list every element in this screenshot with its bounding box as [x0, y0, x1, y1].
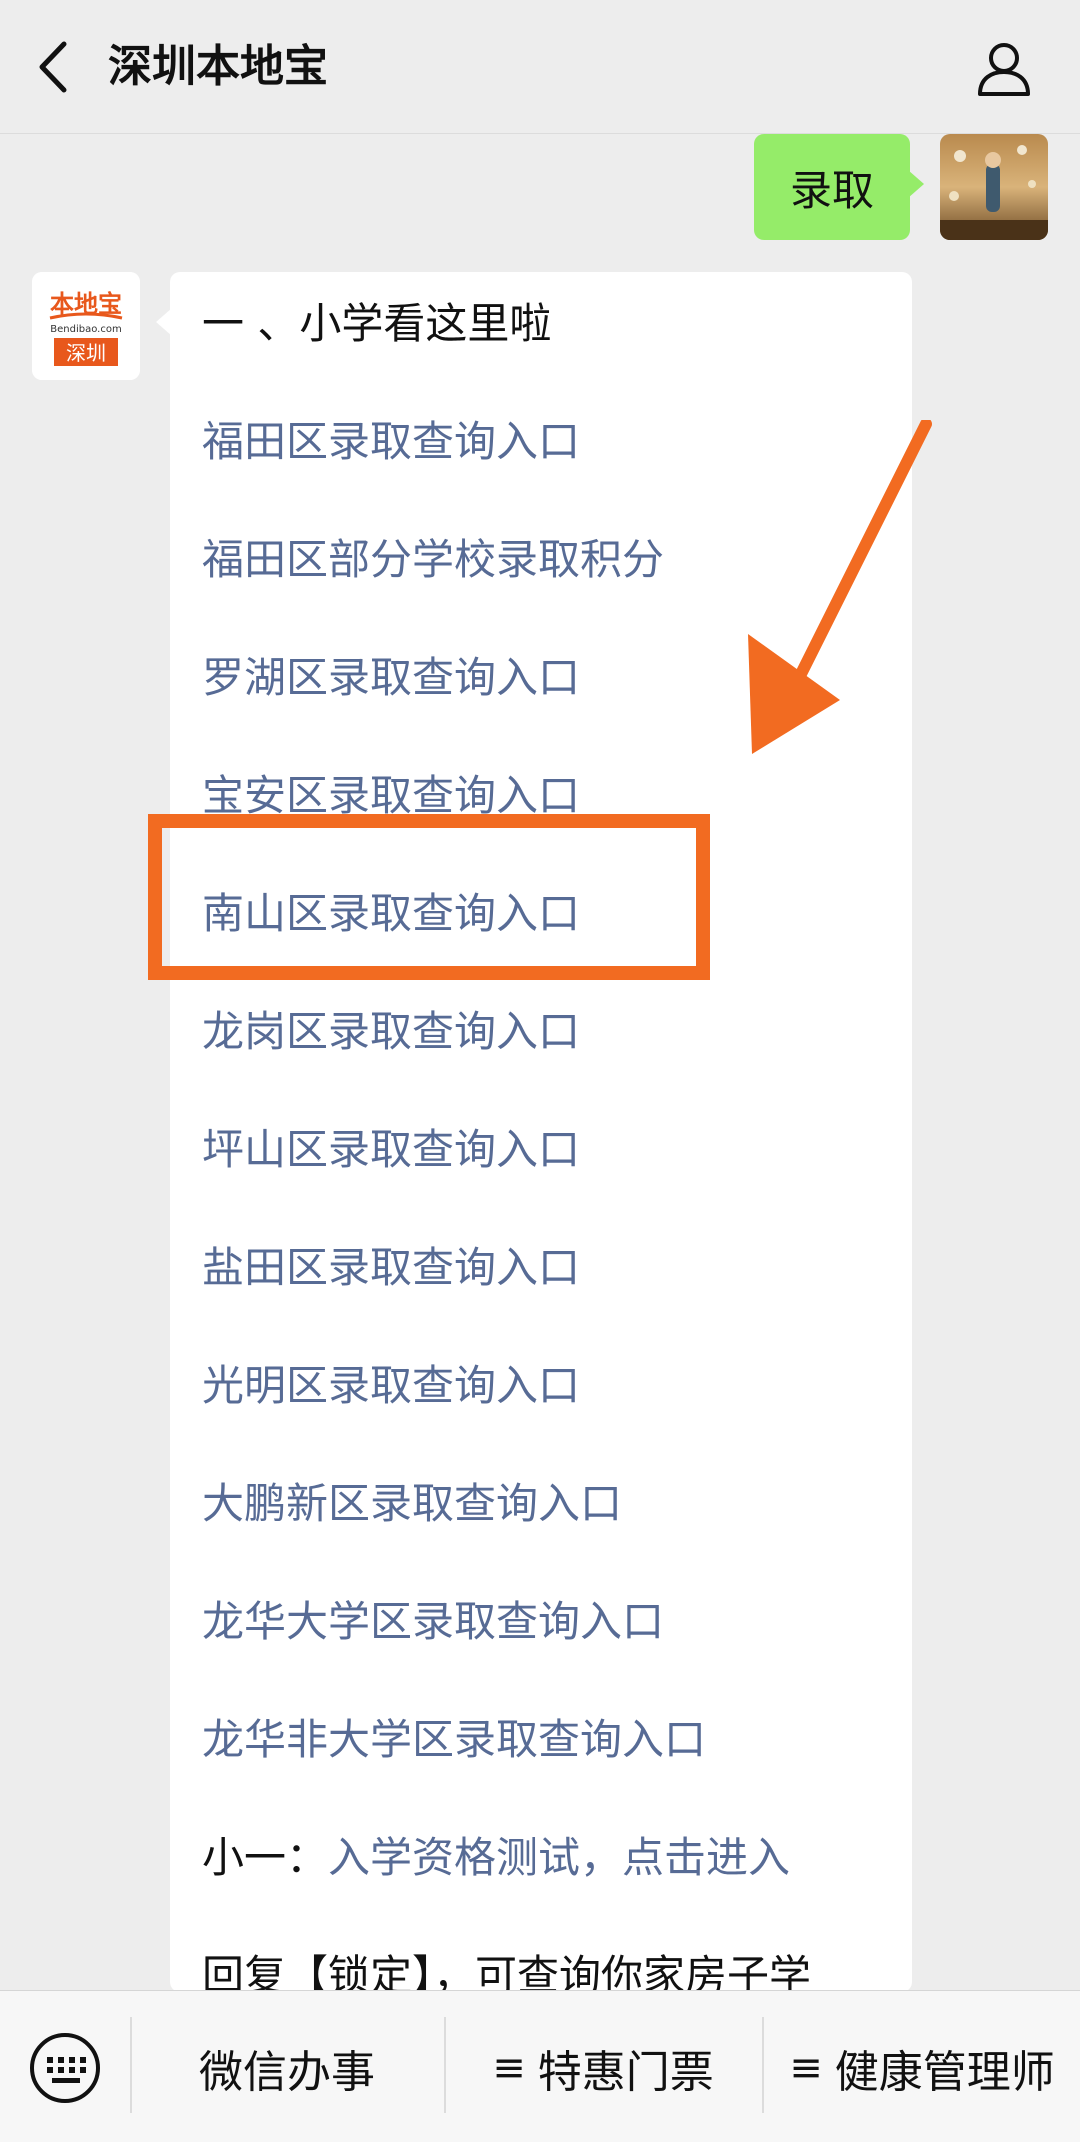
link-longhua-non-university-query[interactable]: 龙华非大学区录取查询入口 [202, 1710, 706, 1770]
message-heading: 一 、小学看这里啦 [202, 299, 552, 348]
menu-item-label: 健康管理师 [834, 2047, 1055, 2098]
test-line: 小一：入学资格测试，点击进入 [202, 1828, 790, 1888]
link-luohu-query[interactable]: 罗湖区录取查询入口 [202, 648, 580, 708]
svg-text:深圳: 深圳 [66, 341, 106, 365]
profile-icon[interactable] [976, 40, 1032, 96]
menu-list-icon: ≡ [789, 2045, 823, 2091]
menu-item-label: 微信办事 [199, 2047, 375, 2098]
link-longhua-university-query[interactable]: 龙华大学区录取查询入口 [202, 1592, 664, 1652]
link-futian-scores[interactable]: 福田区部分学校录取积分 [202, 530, 664, 590]
menu-item-label: 特惠门票 [537, 2047, 714, 2098]
link-dapeng-query[interactable]: 大鹏新区录取查询入口 [202, 1474, 622, 1534]
link-guangming-query[interactable]: 光明区录取查询入口 [202, 1356, 580, 1416]
pointer-arrow-icon [748, 420, 932, 754]
menu-item-wechat-service[interactable]: 微信办事 [132, 2031, 442, 2105]
menu-list-icon: ≡ [492, 2045, 526, 2091]
link-futian-query[interactable]: 福田区录取查询入口 [202, 412, 580, 472]
sent-message-bubble[interactable]: 录取 [754, 134, 924, 240]
link-yantian-query[interactable]: 盐田区录取查询入口 [202, 1238, 580, 1298]
menu-item-discount-tickets[interactable]: ≡ 特惠门票 [446, 2031, 760, 2105]
top-bar: 深圳本地宝 [0, 0, 1080, 134]
official-account-avatar[interactable]: 本地宝 Bendibao.com 深圳 [32, 272, 140, 380]
link-eligibility-test[interactable]: 入学资格测试，点击进入 [328, 1833, 790, 1882]
link-pingshan-query[interactable]: 坪山区录取查询入口 [202, 1120, 580, 1180]
test-prefix: 小一： [202, 1833, 329, 1882]
svg-text:Bendibao.com: Bendibao.com [50, 324, 121, 335]
keyboard-icon[interactable] [28, 2031, 102, 2105]
user-avatar[interactable] [940, 134, 1048, 240]
back-arrow-icon[interactable] [30, 38, 78, 96]
menu-item-health-manager[interactable]: ≡ 健康管理师 [764, 2031, 1080, 2105]
bottom-menu-bar: 微信办事 ≡ 特惠门票 ≡ 健康管理师 [0, 1990, 1080, 2142]
page-title: 深圳本地宝 [108, 41, 328, 92]
link-longgang-query[interactable]: 龙岗区录取查询入口 [202, 1002, 580, 1062]
highlight-frame [148, 814, 710, 980]
